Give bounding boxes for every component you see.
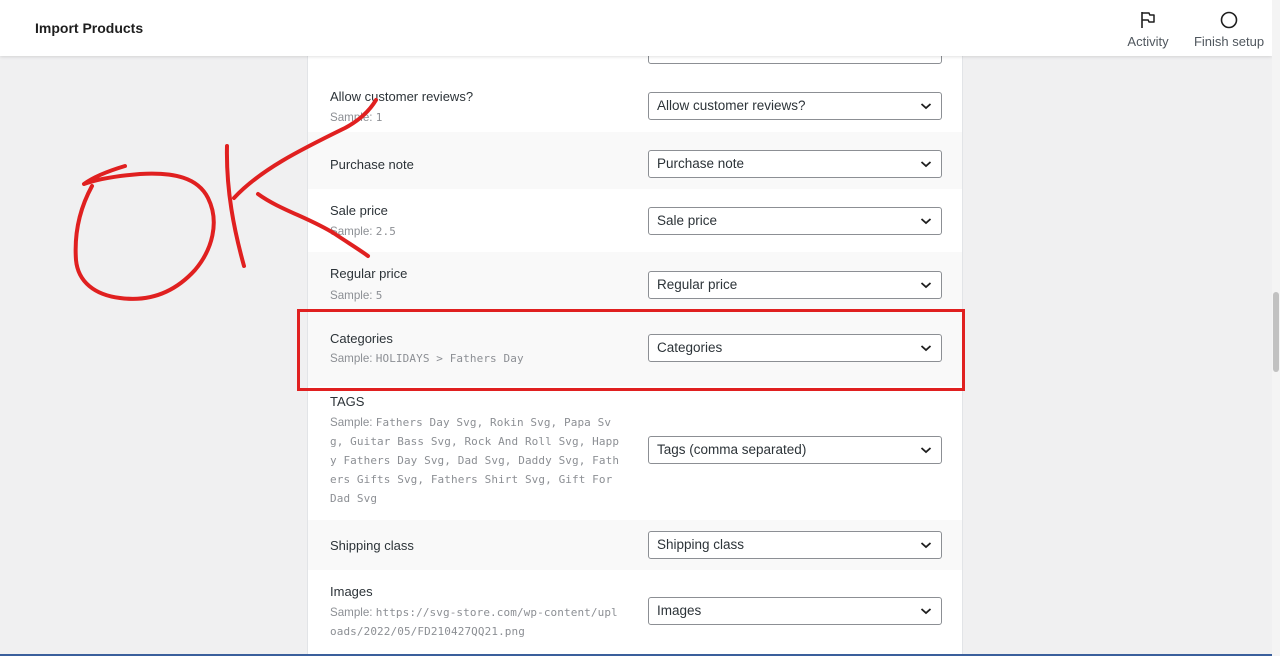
- chevron-down-icon: [920, 608, 932, 615]
- purchase-note-select[interactable]: Purchase note: [648, 150, 942, 178]
- chevron-down-icon: [920, 218, 932, 225]
- chevron-down-icon: [920, 282, 932, 289]
- finish-setup-label: Finish setup: [1193, 34, 1265, 49]
- mapping-row-purchase-note: Purchase note Purchase note: [308, 132, 962, 189]
- field-label: Categories: [330, 331, 393, 346]
- finish-setup-button[interactable]: Finish setup: [1192, 10, 1266, 50]
- mapping-row-categories: Categories Sample: HOLIDAYS > Fathers Da…: [308, 316, 962, 386]
- field-sample: Sample: 5: [330, 289, 383, 302]
- activity-label: Activity: [1127, 34, 1169, 49]
- field-label: Allow customer reviews?: [330, 89, 474, 104]
- field-sample: Sample: Fathers Day Svg, Rokin Svg, Papa…: [330, 416, 620, 505]
- mapping-row-regular-price: Regular price Sample: 5 Regular price: [308, 252, 962, 316]
- mapping-row-images: Images Sample: https://svg-store.com/wp-…: [308, 570, 962, 656]
- chevron-down-icon: [920, 542, 932, 549]
- field-label: Images: [330, 584, 373, 599]
- activity-button[interactable]: Activity: [1122, 10, 1174, 50]
- select-value: Tags (comma separated): [657, 442, 807, 457]
- circle-icon: [1220, 11, 1238, 29]
- categories-select[interactable]: Categories: [648, 334, 942, 362]
- mapping-row-tags: TAGS Sample: Fathers Day Svg, Rokin Svg,…: [308, 386, 962, 520]
- column-mapping-panel: Allow customer reviews? Sample: 1 Allow …: [307, 0, 963, 656]
- reviews-select[interactable]: Allow customer reviews?: [648, 92, 942, 120]
- regular-price-select[interactable]: Regular price: [648, 271, 942, 299]
- field-sample: Sample: 2.5: [330, 225, 396, 238]
- field-label: Sale price: [330, 203, 388, 218]
- field-label: Shipping class: [330, 538, 414, 553]
- select-value: Sale price: [657, 213, 718, 228]
- chevron-down-icon: [920, 345, 932, 352]
- field-label: TAGS: [330, 394, 365, 409]
- field-sample: Sample: 1: [330, 111, 383, 124]
- images-select[interactable]: Images: [648, 597, 942, 625]
- select-value: Regular price: [657, 277, 738, 292]
- page-title: Import Products: [35, 20, 144, 36]
- select-value: Allow customer reviews?: [657, 98, 806, 113]
- shipping-class-select[interactable]: Shipping class: [648, 531, 942, 559]
- flag-icon: [1141, 12, 1155, 28]
- sale-price-select[interactable]: Sale price: [648, 207, 942, 235]
- mapping-row-reviews: Allow customer reviews? Sample: 1 Allow …: [308, 76, 962, 132]
- chevron-down-icon: [920, 161, 932, 168]
- select-value: Images: [657, 603, 702, 618]
- top-header-bar: Import Products Activity Finish setup: [0, 0, 1272, 56]
- mapping-row-sale-price: Sale price Sample: 2.5 Sale price: [308, 189, 962, 252]
- mapping-row-shipping-class: Shipping class Shipping class: [308, 520, 962, 570]
- page-scrollbar-thumb[interactable]: [1273, 292, 1279, 372]
- field-sample: Sample: https://svg-store.com/wp-content…: [330, 606, 618, 638]
- field-sample: Sample: HOLIDAYS > Fathers Day: [330, 352, 524, 365]
- select-value: Categories: [657, 340, 723, 355]
- field-label: Regular price: [330, 266, 408, 281]
- select-value: Shipping class: [657, 537, 745, 552]
- select-value: Purchase note: [657, 156, 745, 171]
- tags-select[interactable]: Tags (comma separated): [648, 436, 942, 464]
- field-label: Purchase note: [330, 157, 414, 172]
- chevron-down-icon: [920, 103, 932, 110]
- chevron-down-icon: [920, 447, 932, 454]
